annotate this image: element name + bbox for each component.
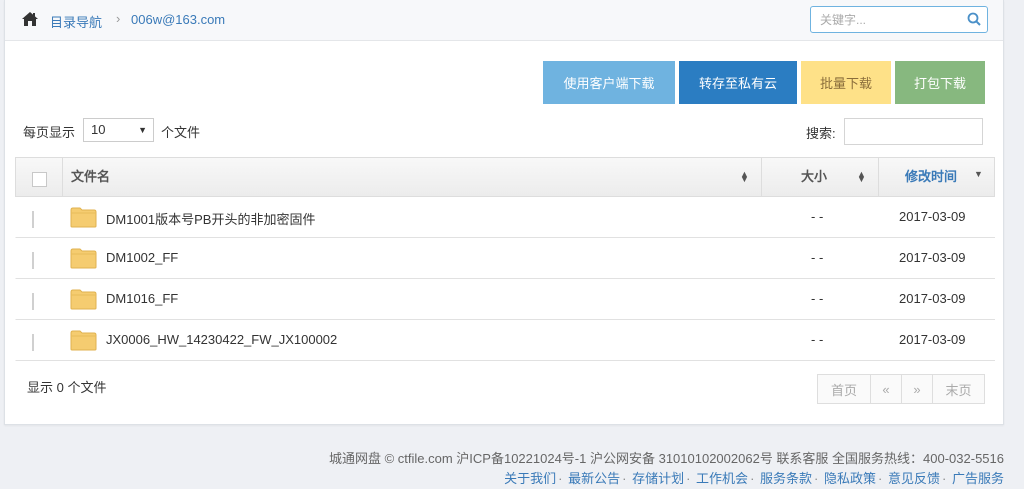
- breadcrumb-home-link[interactable]: 目录导航: [50, 12, 102, 31]
- pager-last[interactable]: 末页: [933, 375, 984, 403]
- file-size: - -: [811, 209, 824, 224]
- footer-link-privacy[interactable]: 隐私政策: [824, 471, 876, 486]
- folder-icon: [70, 330, 97, 351]
- search-input[interactable]: [811, 7, 961, 32]
- header-divider: [878, 158, 879, 196]
- save-to-private-cloud-button[interactable]: 转存至私有云: [679, 61, 797, 104]
- chevron-down-icon: ▼: [138, 125, 147, 135]
- file-size: - -: [811, 332, 824, 347]
- footer-link-separator: ·: [622, 471, 627, 486]
- sort-icon[interactable]: ▲ ▼: [740, 170, 749, 184]
- footer-link-terms[interactable]: 服务条款: [760, 471, 812, 486]
- select-all-checkbox[interactable]: [32, 172, 47, 187]
- row-checkbox[interactable]: [32, 334, 34, 351]
- footer-link-jobs[interactable]: 工作机会: [696, 471, 748, 486]
- table-row[interactable]: JX0006_HW_14230422_FW_JX100002 - - 2017-…: [15, 320, 995, 361]
- footer-link-separator: ·: [878, 471, 883, 486]
- header-size[interactable]: 大小: [801, 158, 827, 196]
- pack-download-button[interactable]: 打包下载: [895, 61, 985, 104]
- per-page-select[interactable]: 10 ▼: [83, 118, 154, 142]
- file-name[interactable]: JX0006_HW_14230422_FW_JX100002: [106, 332, 337, 347]
- sort-icon[interactable]: ▲ ▼: [857, 170, 866, 184]
- file-size: - -: [811, 250, 824, 265]
- sort-desc-icon[interactable]: ▼: [974, 170, 983, 179]
- footer-links: 关于我们 · 最新公告 · 存储计划 · 工作机会 · 服务条款 · 隐私政策 · 意见反馈…: [504, 468, 1004, 487]
- table-row[interactable]: DM1001版本号PB开头的非加密固件 - - 2017-03-09: [15, 197, 995, 238]
- footer-link-ads[interactable]: 广告服务: [952, 471, 1004, 486]
- footer-link-separator: ·: [814, 471, 819, 486]
- folder-icon: [70, 289, 97, 310]
- file-size: - -: [811, 291, 824, 306]
- file-name[interactable]: DM1001版本号PB开头的非加密固件: [106, 209, 315, 228]
- file-modified: 2017-03-09: [899, 250, 966, 265]
- batch-download-button[interactable]: 批量下载: [801, 61, 891, 104]
- folder-icon: [70, 207, 97, 228]
- file-name[interactable]: DM1002_FF: [106, 250, 178, 265]
- row-checkbox[interactable]: [32, 211, 34, 228]
- search-box: [810, 6, 988, 33]
- search-icon[interactable]: [967, 12, 981, 26]
- per-page-label: 每页显示: [23, 125, 76, 140]
- footer-link-separator: ·: [686, 471, 691, 486]
- client-download-button[interactable]: 使用客户端下载: [543, 61, 675, 104]
- footer-link-feedback[interactable]: 意见反馈: [888, 471, 940, 486]
- table-row[interactable]: DM1002_FF - - 2017-03-09: [15, 238, 995, 279]
- pager-first[interactable]: 首页: [818, 375, 871, 403]
- footer-link-separator: ·: [558, 471, 563, 486]
- file-modified: 2017-03-09: [899, 291, 966, 306]
- pagination: 首页 « » 末页: [817, 374, 985, 404]
- breadcrumb-current[interactable]: 006w@163.com: [131, 12, 225, 27]
- row-checkbox[interactable]: [32, 252, 34, 269]
- file-name[interactable]: DM1016_FF: [106, 291, 178, 306]
- pager-prev[interactable]: «: [871, 375, 902, 403]
- footer-link-news[interactable]: 最新公告: [568, 471, 620, 486]
- header-divider: [62, 158, 63, 196]
- header-modified[interactable]: 修改时间: [905, 158, 957, 196]
- per-page-value: 10: [91, 122, 106, 137]
- site-copyright: 城通网盘 © ctfile.com 沪ICP备10221024号-1 沪公网安备…: [328, 451, 1004, 466]
- file-modified: 2017-03-09: [899, 332, 966, 347]
- footer-link-separator: ·: [942, 471, 947, 486]
- folder-icon: [70, 248, 97, 269]
- home-icon[interactable]: [21, 11, 39, 27]
- breadcrumb-separator: ›: [116, 11, 121, 26]
- table-row[interactable]: DM1016_FF - - 2017-03-09: [15, 279, 995, 320]
- file-modified: 2017-03-09: [899, 209, 966, 224]
- filter-input[interactable]: [844, 118, 983, 145]
- footer-link-separator: ·: [750, 471, 755, 486]
- pager-next[interactable]: »: [902, 375, 933, 403]
- breadcrumb-bar: 目录导航 › 006w@163.com: [5, 0, 1003, 41]
- file-table: 文件名 ▲ ▼ 大小 ▲ ▼ 修改时间 ▼ DM1001版本号PB开头的非加密固件 …: [15, 157, 995, 361]
- footer-link-storage[interactable]: 存储计划: [632, 471, 684, 486]
- footer-link-about[interactable]: 关于我们: [504, 471, 556, 486]
- file-count-summary: 显示 0 个文件: [27, 380, 107, 395]
- per-page-unit: 个文件: [161, 125, 201, 140]
- header-divider: [761, 158, 762, 196]
- header-name[interactable]: 文件名: [71, 158, 110, 196]
- table-header: 文件名 ▲ ▼ 大小 ▲ ▼ 修改时间 ▼: [15, 157, 995, 197]
- file-panel: 目录导航 › 006w@163.com 使用客户端下载 转存至私有云 批量下载 …: [4, 0, 1004, 425]
- row-checkbox[interactable]: [32, 293, 34, 310]
- filter-label: 搜索:: [806, 126, 836, 141]
